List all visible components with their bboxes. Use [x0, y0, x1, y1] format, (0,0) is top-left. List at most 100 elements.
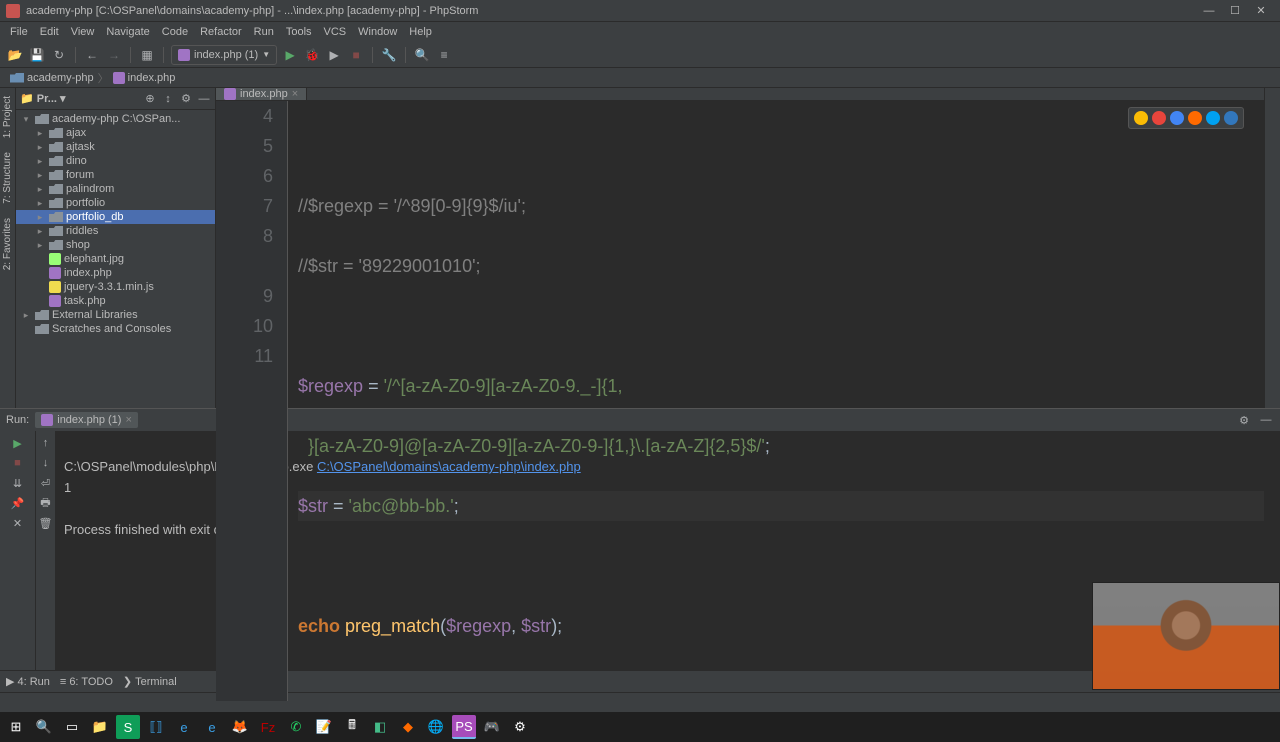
- tree-item-palindrom[interactable]: ▸palindrom: [16, 182, 215, 196]
- start-button[interactable]: ⊞: [4, 715, 28, 739]
- browser-icon[interactable]: [1170, 111, 1184, 125]
- vscode-icon[interactable]: ⟦⟧: [144, 715, 168, 739]
- tool-window-project[interactable]: 1: Project: [2, 92, 13, 142]
- clear-icon[interactable]: 🗑: [38, 515, 54, 531]
- bottom-tool-todo[interactable]: ≡6: TODO: [60, 676, 113, 688]
- discord-icon[interactable]: 🎮: [480, 715, 504, 739]
- edge-icon[interactable]: e: [172, 715, 196, 739]
- close-icon[interactable]: ×: [125, 414, 131, 426]
- firefox-icon[interactable]: 🦊: [228, 715, 252, 739]
- tree-item-jquery331minjs[interactable]: jquery-3.3.1.min.js: [16, 280, 215, 294]
- search-icon[interactable]: 🔍: [413, 46, 431, 64]
- menu-run[interactable]: Run: [248, 24, 280, 40]
- bottom-tool-run[interactable]: ▶4: Run: [6, 675, 50, 688]
- tree-item-taskphp[interactable]: task.php: [16, 294, 215, 308]
- wrap-icon[interactable]: ⏎: [38, 475, 54, 491]
- menu-edit[interactable]: Edit: [34, 24, 65, 40]
- browser-icon[interactable]: [1224, 111, 1238, 125]
- whatsapp-icon[interactable]: ✆: [284, 715, 308, 739]
- print-icon[interactable]: 🖶: [38, 495, 54, 511]
- stop-icon[interactable]: ■: [10, 455, 26, 471]
- minimize-button[interactable]: —: [1196, 3, 1222, 19]
- close-icon[interactable]: ✕: [10, 515, 26, 531]
- more-icon[interactable]: ≡: [435, 46, 453, 64]
- menu-tools[interactable]: Tools: [280, 24, 318, 40]
- run-tab[interactable]: index.php (1) ×: [35, 412, 138, 428]
- caret-icon[interactable]: ▸: [34, 156, 46, 167]
- breadcrumb-item[interactable]: academy-php: [6, 71, 98, 85]
- menu-navigate[interactable]: Navigate: [100, 24, 155, 40]
- tree-item-scratchesandconsoles[interactable]: Scratches and Consoles: [16, 322, 215, 336]
- ie-icon[interactable]: e: [200, 715, 224, 739]
- menu-file[interactable]: File: [4, 24, 34, 40]
- tool-window-favorites[interactable]: 2: Favorites: [2, 214, 13, 274]
- app-icon[interactable]: ◧: [368, 715, 392, 739]
- forward-icon[interactable]: →: [105, 46, 123, 64]
- coverage-icon[interactable]: ▶: [325, 46, 343, 64]
- caret-icon[interactable]: ▾: [20, 114, 32, 125]
- tree-item-portfolio[interactable]: ▸portfolio: [16, 196, 215, 210]
- tree-item-riddles[interactable]: ▸riddles: [16, 224, 215, 238]
- caret-icon[interactable]: ▸: [34, 170, 46, 181]
- notepad-icon[interactable]: 📝: [312, 715, 336, 739]
- hide-icon[interactable]: —: [197, 92, 211, 106]
- browser-icon[interactable]: [1152, 111, 1166, 125]
- caret-icon[interactable]: ▸: [34, 212, 46, 223]
- tree-item-ajax[interactable]: ▸ajax: [16, 126, 215, 140]
- menu-vcs[interactable]: VCS: [318, 24, 353, 40]
- tree-item-shop[interactable]: ▸shop: [16, 238, 215, 252]
- app-icon[interactable]: ◆: [396, 715, 420, 739]
- task-view-icon[interactable]: ▭: [60, 715, 84, 739]
- calc-icon[interactable]: 🖩: [340, 715, 364, 739]
- project-view-label[interactable]: 📁 Pr... ▾: [20, 92, 66, 105]
- caret-icon[interactable]: ▸: [34, 226, 46, 237]
- run-config-selector[interactable]: index.php (1) ▼: [171, 45, 277, 65]
- collapse-icon[interactable]: ↕: [161, 92, 175, 106]
- down-icon[interactable]: ↓: [38, 455, 54, 471]
- up-icon[interactable]: ↑: [38, 435, 54, 451]
- maximize-button[interactable]: ☐: [1222, 3, 1248, 19]
- browser-icon[interactable]: [1206, 111, 1220, 125]
- caret-icon[interactable]: ▸: [34, 142, 46, 153]
- breadcrumb-item[interactable]: index.php: [109, 71, 180, 85]
- tree-item-forum[interactable]: ▸forum: [16, 168, 215, 182]
- explorer-icon[interactable]: 📁: [88, 715, 112, 739]
- settings-icon[interactable]: ⚙: [179, 92, 193, 106]
- tree-item-elephantjpg[interactable]: elephant.jpg: [16, 252, 215, 266]
- editor-tab-index-php[interactable]: index.php ×: [216, 88, 307, 100]
- chrome-icon[interactable]: 🌐: [424, 715, 448, 739]
- close-icon[interactable]: ×: [292, 88, 298, 100]
- debug-icon[interactable]: 🐞: [303, 46, 321, 64]
- menu-refactor[interactable]: Refactor: [194, 24, 248, 40]
- pin-icon[interactable]: 📌: [10, 495, 26, 511]
- save-icon[interactable]: 💾: [28, 46, 46, 64]
- tool-window-structure[interactable]: 7: Structure: [2, 148, 13, 208]
- caret-icon[interactable]: ▸: [34, 198, 46, 209]
- sync-icon[interactable]: ↻: [50, 46, 68, 64]
- open-icon[interactable]: 📂: [6, 46, 24, 64]
- menu-help[interactable]: Help: [403, 24, 438, 40]
- back-icon[interactable]: ←: [83, 46, 101, 64]
- tree-item-ajtask[interactable]: ▸ajtask: [16, 140, 215, 154]
- locate-icon[interactable]: ⊕: [143, 92, 157, 106]
- caret-icon[interactable]: ▸: [34, 128, 46, 139]
- build-icon[interactable]: ▦: [138, 46, 156, 64]
- menu-code[interactable]: Code: [156, 24, 194, 40]
- tree-item-academyphp[interactable]: ▾academy-php C:\OSPan...: [16, 112, 215, 126]
- app-icon[interactable]: S: [116, 715, 140, 739]
- caret-icon[interactable]: ▸: [20, 310, 32, 321]
- tree-item-dino[interactable]: ▸dino: [16, 154, 215, 168]
- tree-item-portfoliodb[interactable]: ▸portfolio_db: [16, 210, 215, 224]
- bottom-tool-terminal[interactable]: ❯Terminal: [123, 675, 177, 688]
- stop-icon[interactable]: ■: [347, 46, 365, 64]
- tree-item-externallibraries[interactable]: ▸External Libraries: [16, 308, 215, 322]
- run-icon[interactable]: ▶: [281, 46, 299, 64]
- tree-item-indexphp[interactable]: index.php: [16, 266, 215, 280]
- phpstorm-icon[interactable]: PS: [452, 715, 476, 739]
- browser-icon[interactable]: [1188, 111, 1202, 125]
- restore-icon[interactable]: ⇊: [10, 475, 26, 491]
- menu-window[interactable]: Window: [352, 24, 403, 40]
- project-tree[interactable]: ▾academy-php C:\OSPan...▸ajax▸ajtask▸din…: [16, 110, 215, 408]
- obs-icon[interactable]: ⚙: [508, 715, 532, 739]
- rerun-icon[interactable]: ▶: [10, 435, 26, 451]
